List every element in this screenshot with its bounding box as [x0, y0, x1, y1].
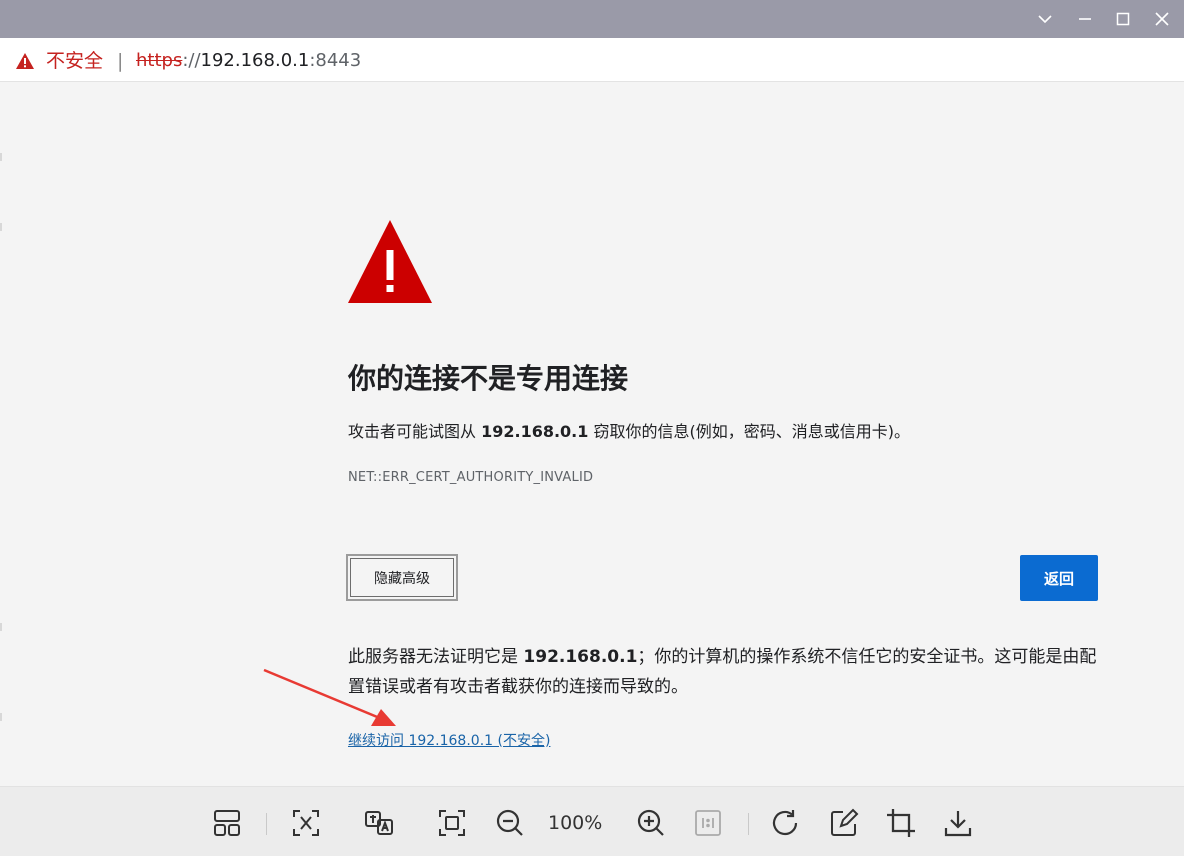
translate-icon[interactable]	[361, 805, 397, 841]
detail-prefix: 此服务器无法证明它是	[348, 647, 524, 667]
warning-triangle-icon	[347, 218, 433, 308]
zoom-in-icon[interactable]	[633, 805, 669, 841]
address-separator: |	[117, 50, 124, 72]
edit-icon[interactable]	[826, 805, 862, 841]
fit-screen-icon[interactable]	[434, 805, 470, 841]
actual-size-icon[interactable]	[690, 805, 726, 841]
error-description: 攻击者可能试图从 192.168.0.1 窃取你的信息(例如，密码、消息或信用卡…	[348, 421, 910, 443]
back-button[interactable]: 返回	[1020, 555, 1098, 601]
security-status-label[interactable]: 不安全	[46, 50, 103, 72]
download-icon[interactable]	[940, 805, 976, 841]
extract-text-icon[interactable]	[288, 805, 324, 841]
url-text[interactable]: https://192.168.0.1:8443	[136, 50, 361, 72]
crop-icon[interactable]	[883, 805, 919, 841]
detail-host: 192.168.0.1	[523, 647, 638, 667]
error-description-host: 192.168.0.1	[481, 422, 589, 441]
window-titlebar	[0, 0, 1184, 38]
url-scheme: https	[136, 50, 183, 71]
left-edge	[0, 83, 3, 783]
hide-advanced-button[interactable]: 隐藏高级	[346, 554, 458, 601]
zoom-level: 100%	[548, 812, 603, 834]
address-bar[interactable]: 不安全 | https://192.168.0.1:8443	[0, 38, 1184, 82]
zoom-out-icon[interactable]	[492, 805, 528, 841]
toolbar-divider	[748, 813, 749, 835]
url-scheme-separator: ://	[182, 50, 201, 71]
minimize-icon[interactable]	[1066, 0, 1104, 38]
viewer-toolbar: 100%	[0, 786, 1184, 856]
certificate-detail-text: 此服务器无法证明它是 192.168.0.1；你的计算机的操作系统不信任它的安全…	[348, 642, 1098, 702]
url-host: 192.168.0.1	[200, 50, 310, 71]
warning-icon[interactable]	[15, 52, 35, 74]
proceed-unsafe-link[interactable]: 继续访问 192.168.0.1 (不安全)	[348, 731, 550, 751]
close-icon[interactable]	[1143, 0, 1181, 38]
toolbar-divider	[266, 813, 267, 835]
error-description-suffix: 窃取你的信息(例如，密码、消息或信用卡)。	[588, 422, 910, 441]
error-description-prefix: 攻击者可能试图从	[348, 422, 482, 441]
error-code: NET::ERR_CERT_AUTHORITY_INVALID	[348, 470, 594, 485]
maximize-icon[interactable]	[1104, 0, 1142, 38]
page-title: 你的连接不是专用连接	[348, 362, 629, 395]
layout-icon[interactable]	[209, 805, 245, 841]
rotate-icon[interactable]	[768, 805, 804, 841]
chevron-down-icon[interactable]	[1026, 0, 1064, 38]
url-port: :8443	[309, 50, 362, 71]
